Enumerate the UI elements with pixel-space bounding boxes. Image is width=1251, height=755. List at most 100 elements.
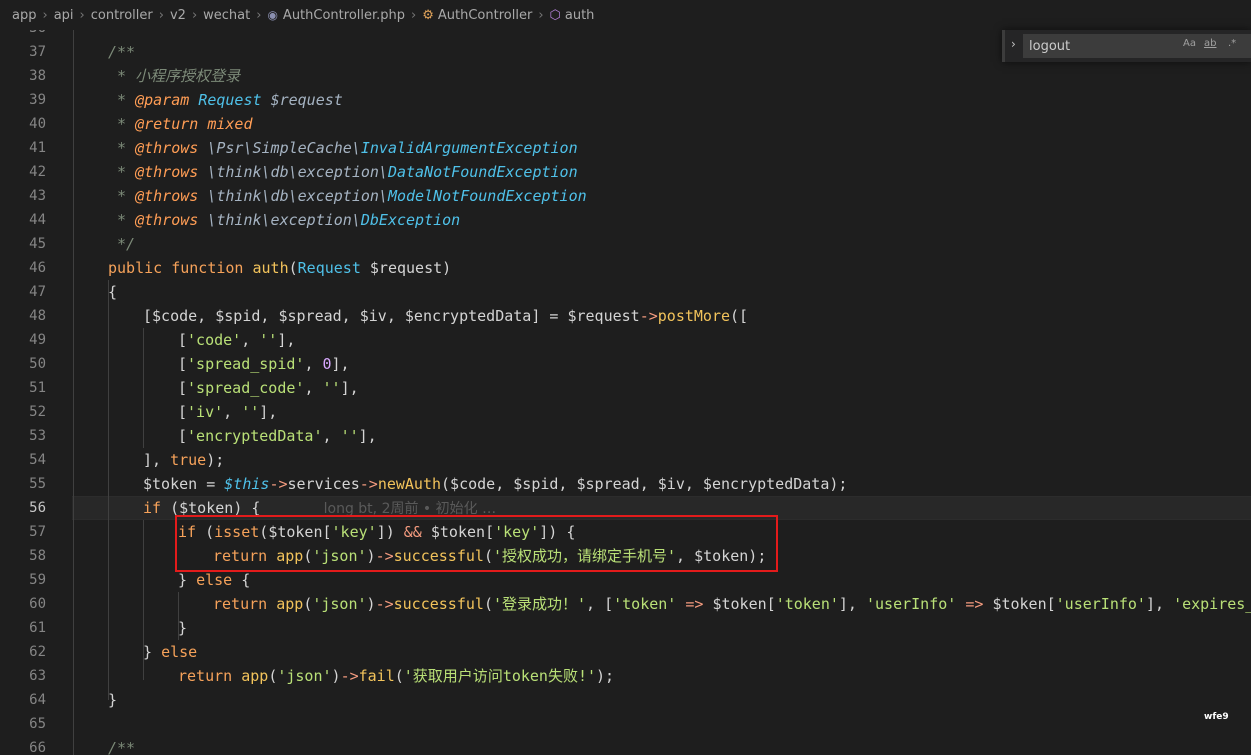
string: 'spread_code' [187,379,305,397]
line-number: 46 [29,260,46,276]
function-name: postMore [657,307,731,325]
string: '' [322,379,341,397]
code-line: $token = $this->services->newAuth($code,… [143,475,848,493]
chevron-right-icon: › [158,7,164,23]
string: 'spread_spid' [187,355,305,373]
code-line: ], true); [143,451,225,469]
string: 'code' [187,331,242,349]
indent-guide [143,328,144,448]
line-number: 60 [29,596,46,612]
string: '获取用户访问token失败!' [403,667,597,685]
line-number: 41 [29,140,46,156]
code-line: /** [108,43,136,61]
keyword: public [108,259,163,277]
code-line: } [108,691,118,709]
breadcrumb-app[interactable]: app [12,8,36,23]
code-line: return app('json')->successful('登录成功！', … [213,592,1251,616]
php-file-icon: ◉ [267,8,278,22]
doc-type: InvalidArgumentException [360,139,578,157]
doc-tag: @return [135,115,199,133]
match-case-icon[interactable]: Aa [1183,38,1196,49]
doc-type: DbException [360,211,461,229]
code-text: [$code, $spid, $spread, $iv, $encryptedD… [143,307,640,325]
line-number: 37 [29,44,46,60]
number: 0 [322,355,332,373]
breadcrumb-api[interactable]: api [54,8,74,23]
line-number: 65 [29,716,46,732]
find-input[interactable] [1023,34,1251,58]
line-number: 54 [29,452,46,468]
line-number: 62 [29,644,46,660]
regex-icon[interactable]: .* [1228,38,1236,49]
chevron-right-icon[interactable]: › [1011,37,1016,51]
code-line: } else [143,643,198,661]
breadcrumb-file[interactable]: AuthController.php [283,8,405,23]
string: '登录成功！' [492,595,587,613]
line-number: 61 [29,620,46,636]
function-name: app [241,667,269,685]
chevron-right-icon: › [79,7,85,23]
line-number: 55 [29,476,46,492]
operator: => [685,595,704,613]
doc-namespace: \think\exception\ [207,211,361,229]
code-area[interactable]: /** * 小程序授权登录 * @param Request $request … [72,30,1251,755]
code-line: return app('json')->fail('获取用户访问token失败!… [178,667,615,685]
variable: $token [143,475,198,493]
code-line: } [178,619,188,637]
line-number: 43 [29,188,46,204]
code-text: ([ [730,307,749,325]
indent-guide [73,30,74,755]
whole-word-icon[interactable]: ab [1204,38,1216,49]
keyword: else [161,643,198,661]
code-line: ['iv', ''], [178,403,278,421]
function-name: newAuth [377,475,442,493]
line-number: 42 [29,164,46,180]
string: 'json' [277,667,332,685]
chevron-right-icon: › [256,7,262,23]
breadcrumb: app › api › controller › v2 › wechat › ◉… [0,0,1251,30]
doc-type: mixed [207,115,253,133]
code-line: ['spread_code', ''], [178,379,359,397]
string: '' [340,427,359,445]
keyword: else [196,571,233,589]
breadcrumb-v2[interactable]: v2 [170,8,186,23]
string: 'encryptedData' [187,427,323,445]
string: 'userInfo' [1055,595,1146,613]
code-line: * @throws \think\exception\DbException [108,211,461,229]
operator: => [965,595,984,613]
red-highlight-box [175,515,778,572]
code-line: * @throws \think\db\exception\ModelNotFo… [108,187,587,205]
doc-tag: @throws [135,139,199,157]
code-editor[interactable]: 36 37 38 39 40 41 42 43 44 45 46 47 48 4… [0,30,1251,755]
function-name: auth [252,259,289,277]
doc-tag: @throws [135,211,199,229]
line-number: 38 [29,68,46,84]
variable: $request [369,259,443,277]
string: 'json' [312,595,367,613]
code-line: * 小程序授权登录 [108,67,241,85]
code-text: ($code, $spid, $spread, $iv, $encryptedD… [441,475,848,493]
breadcrumb-method[interactable]: auth [565,8,595,23]
breadcrumb-controller[interactable]: controller [91,8,153,23]
string: 'userInfo' [866,595,957,613]
line-number: 50 [29,356,46,372]
operator: -> [375,595,394,613]
line-number: 47 [29,284,46,300]
line-number: 36 [0,30,46,40]
line-number: 39 [29,92,46,108]
breadcrumb-class[interactable]: AuthController [438,8,532,23]
doc-namespace: \think\db\exception\ [207,163,388,181]
doc-tag: @throws [135,187,199,205]
line-number: 63 [29,668,46,684]
operator: -> [269,475,288,493]
doc-tag: @throws [135,163,199,181]
class-name: Request [297,259,361,277]
string: 'token' [613,595,677,613]
string: 'token' [775,595,839,613]
watermark-logo: wfe9 [1204,712,1229,722]
variable: $token [992,595,1047,613]
breadcrumb-wechat[interactable]: wechat [203,8,250,23]
class-symbol-icon: ⚙ [422,7,434,23]
method-symbol-icon: ⬡ [549,7,561,23]
line-number: 64 [29,692,46,708]
